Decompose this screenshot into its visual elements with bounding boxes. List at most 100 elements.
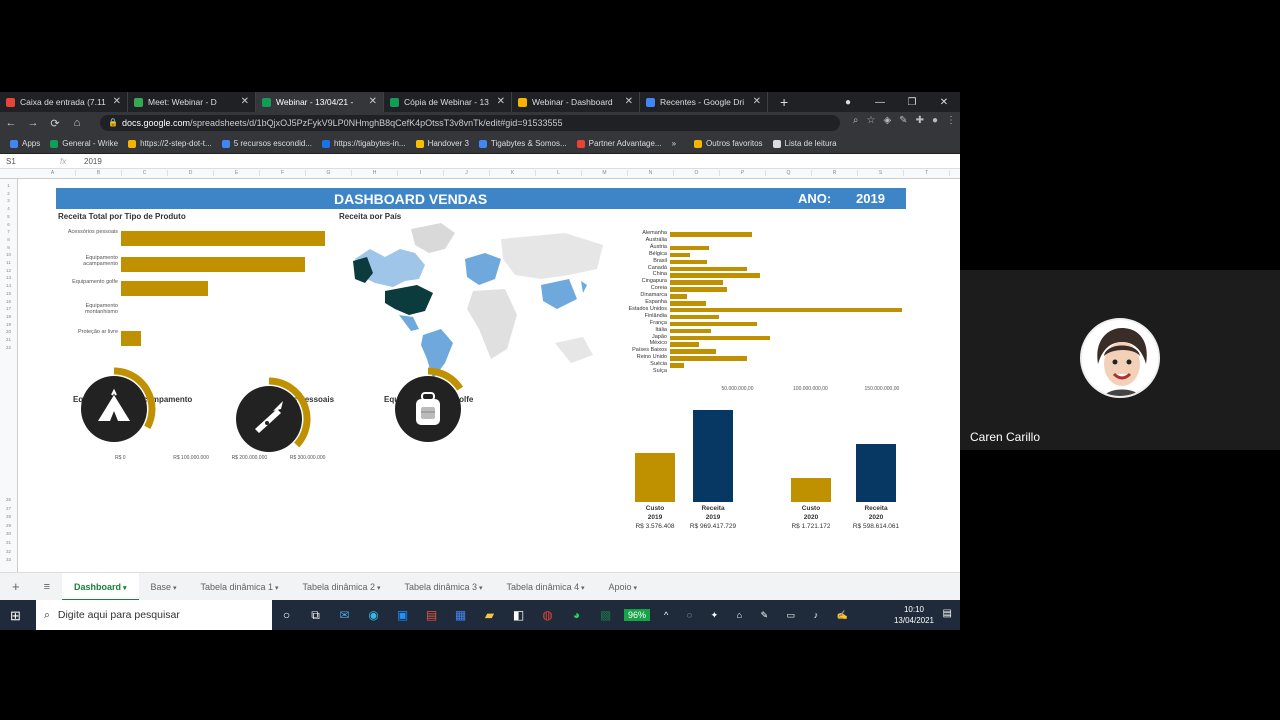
- other-favorites-folder[interactable]: Outros favoritos: [694, 139, 763, 148]
- country-bar[interactable]: [670, 266, 748, 271]
- row-header[interactable]: 4: [0, 206, 17, 211]
- country-bar[interactable]: [670, 328, 712, 334]
- cost-revenue-bar[interactable]: [693, 410, 733, 502]
- row-header[interactable]: 30: [0, 531, 17, 536]
- column-header[interactable]: P: [720, 170, 766, 176]
- column-header[interactable]: E: [214, 170, 260, 176]
- column-header[interactable]: A: [30, 170, 76, 176]
- country-bar[interactable]: [670, 342, 699, 347]
- close-tab-icon[interactable]: ✕: [753, 96, 761, 107]
- country-bar[interactable]: [670, 245, 709, 251]
- reading-list-button[interactable]: Lista de leitura: [772, 139, 837, 148]
- column-header[interactable]: F: [260, 170, 306, 176]
- url-field[interactable]: 🔒 docs.google.com/spreadsheets/d/1bQjxOJ…: [100, 115, 840, 131]
- country-bar[interactable]: [670, 232, 752, 237]
- minimize-icon[interactable]: —: [864, 97, 896, 108]
- year-dropdown[interactable]: 2019: [856, 191, 885, 206]
- column-header[interactable]: H: [352, 170, 398, 176]
- zoom-icon[interactable]: ⌕: [853, 115, 859, 126]
- column-header[interactable]: T: [904, 170, 950, 176]
- product-bar[interactable]: [121, 257, 305, 272]
- column-header[interactable]: I: [398, 170, 444, 176]
- country-bar[interactable]: [670, 349, 716, 354]
- bookmarks-more-button[interactable]: »: [672, 139, 676, 148]
- cortana-icon[interactable]: ○: [272, 608, 301, 622]
- reload-icon[interactable]: ⟳: [44, 117, 66, 130]
- browser-tab[interactable]: Recentes - Google Dri ✕: [640, 92, 768, 112]
- column-header[interactable]: K: [490, 170, 536, 176]
- country-bar[interactable]: [670, 252, 691, 258]
- calendar-icon[interactable]: ▦: [446, 608, 475, 622]
- country-bar[interactable]: [670, 259, 708, 265]
- browser-tab[interactable]: Webinar - 13/04/21 - ✕: [256, 92, 384, 112]
- close-tab-icon[interactable]: ✕: [625, 96, 633, 107]
- country-bar[interactable]: [670, 321, 758, 327]
- sheet-tab[interactable]: Base ▾: [139, 573, 189, 601]
- extension-icon[interactable]: ◈: [883, 115, 891, 126]
- clock[interactable]: 10:10 13/04/2021: [894, 604, 934, 626]
- country-bar[interactable]: [670, 280, 723, 285]
- notification-icon[interactable]: ▤: [943, 608, 952, 619]
- new-tab-button[interactable]: +: [780, 94, 788, 110]
- sheet-tab[interactable]: Tabela dinâmica 1 ▾: [188, 573, 290, 601]
- star-icon[interactable]: ☆: [867, 115, 876, 126]
- close-tab-icon[interactable]: ✕: [241, 96, 249, 107]
- row-header[interactable]: 2: [0, 191, 17, 196]
- row-header[interactable]: 20: [0, 329, 17, 334]
- cell-reference[interactable]: S1: [0, 157, 60, 166]
- close-tab-icon[interactable]: ✕: [113, 96, 121, 107]
- taskbar-search[interactable]: ⌕ Digite aqui para pesquisar: [36, 600, 272, 630]
- close-tab-icon[interactable]: ✕: [497, 96, 505, 107]
- country-bar[interactable]: [670, 301, 706, 306]
- column-header[interactable]: Q: [766, 170, 812, 176]
- sheet-tab[interactable]: Tabela dinâmica 3 ▾: [393, 573, 495, 601]
- cost-revenue-bar[interactable]: [791, 478, 831, 502]
- row-header[interactable]: 26: [0, 497, 17, 502]
- row-header[interactable]: 13: [0, 275, 17, 280]
- row-header[interactable]: 19: [0, 322, 17, 327]
- column-header[interactable]: C: [122, 170, 168, 176]
- country-bar[interactable]: [670, 307, 902, 313]
- row-header[interactable]: 9: [0, 245, 17, 250]
- formula-input[interactable]: 2019: [84, 157, 102, 166]
- browser-tab[interactable]: Webinar - Dashboard ✕: [512, 92, 640, 112]
- bookmark-item[interactable]: Tigabytes & Somos...: [478, 139, 567, 148]
- bookmark-item[interactable]: 5 recursos escondid...: [221, 139, 312, 148]
- column-header[interactable]: R: [812, 170, 858, 176]
- column-header[interactable]: G: [306, 170, 352, 176]
- product-bar[interactable]: [121, 331, 142, 346]
- bookmark-item[interactable]: Partner Advantage...: [576, 139, 662, 148]
- bookmark-item[interactable]: Handover 3: [415, 139, 469, 148]
- row-header[interactable]: 17: [0, 306, 17, 311]
- row-header[interactable]: 14: [0, 283, 17, 288]
- browser-tab[interactable]: Cópia de Webinar - 13 ✕: [384, 92, 512, 112]
- bookmark-item[interactable]: https://tigabytes-in...: [321, 139, 406, 148]
- row-header[interactable]: 10: [0, 252, 17, 257]
- profile-icon[interactable]: ●: [932, 115, 938, 126]
- row-header[interactable]: 1: [0, 183, 17, 188]
- row-header[interactable]: 21: [0, 337, 17, 342]
- close-tab-icon[interactable]: ✕: [369, 96, 377, 107]
- bookmark-item[interactable]: General - Wrike: [50, 139, 118, 148]
- country-bar[interactable]: [670, 273, 761, 278]
- menu-icon[interactable]: ⋮: [946, 115, 956, 126]
- column-header[interactable]: S: [858, 170, 904, 176]
- row-header[interactable]: 22: [0, 345, 17, 350]
- product-bar[interactable]: [121, 281, 209, 296]
- column-header[interactable]: N: [628, 170, 674, 176]
- all-sheets-button[interactable]: ≡: [32, 573, 62, 601]
- row-header[interactable]: 8: [0, 237, 17, 242]
- row-header[interactable]: 11: [0, 260, 17, 265]
- column-header[interactable]: J: [444, 170, 490, 176]
- product-bar[interactable]: [121, 231, 325, 246]
- battery-badge[interactable]: 96%: [624, 609, 651, 621]
- country-bar[interactable]: [670, 356, 748, 361]
- row-header[interactable]: 15: [0, 291, 17, 296]
- row-header[interactable]: 16: [0, 299, 17, 304]
- back-icon[interactable]: ←: [0, 117, 22, 129]
- country-bar[interactable]: [670, 294, 688, 299]
- row-header[interactable]: 12: [0, 268, 17, 273]
- country-bar[interactable]: [670, 363, 685, 368]
- office-icon[interactable]: ▤: [417, 608, 446, 622]
- whatsapp-icon[interactable]: ◕: [562, 608, 591, 622]
